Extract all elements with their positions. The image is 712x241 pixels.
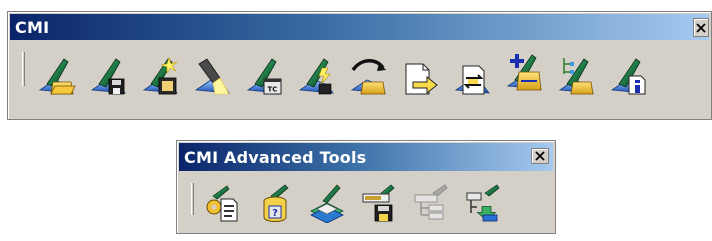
cmi-add-folder-icon: [507, 54, 542, 91]
advanced-tools-toolbar: CMI Advanced Tools ?: [176, 140, 556, 234]
save-form-button[interactable]: [359, 181, 399, 223]
close-icon: [696, 22, 706, 33]
svg-text:TC: TC: [268, 86, 278, 94]
cmi-export-doc-icon: [405, 63, 438, 95]
cmi-sync-doc-button[interactable]: [453, 54, 493, 96]
cmi-save-icon: [91, 58, 126, 95]
cmi-toolbar: CMI TC: [7, 11, 712, 120]
advanced-tools-title: CMI Advanced Tools: [184, 147, 367, 167]
cmi-refresh-button[interactable]: [349, 54, 389, 96]
cmi-toolbar-title: CMI: [15, 17, 50, 37]
cmi-info-button[interactable]: [609, 54, 649, 96]
toolbar-grip[interactable]: [191, 183, 194, 215]
cmi-info-icon: [611, 58, 646, 95]
toolbar-grip[interactable]: [22, 52, 25, 86]
settings-doc-icon: [206, 185, 238, 222]
cmi-new-film-button[interactable]: [141, 54, 181, 96]
cmi-new-film-icon: [143, 57, 178, 95]
cmi-save-button[interactable]: [89, 54, 129, 96]
cmi-tc-icon: TC: [247, 58, 282, 95]
cmi-add-folder-button[interactable]: [505, 50, 545, 92]
cmi-flashlight-icon: [194, 58, 230, 95]
cmi-refresh-icon: [350, 59, 386, 95]
cmi-tree-folder-button[interactable]: [557, 54, 597, 96]
settings-doc-button[interactable]: [203, 181, 243, 223]
cmi-tc-button[interactable]: TC: [245, 54, 285, 96]
download-tree-button[interactable]: [463, 181, 503, 223]
advanced-tools-titlebar[interactable]: CMI Advanced Tools: [179, 143, 553, 171]
cmi-lightning-icon: [299, 58, 334, 95]
cmi-export-doc-button[interactable]: [401, 54, 441, 96]
close-icon: [535, 151, 545, 161]
cmi-sync-doc-icon: [454, 65, 490, 95]
save-form-icon: [362, 184, 395, 222]
book-layers-button[interactable]: [307, 181, 347, 223]
cmi-flashlight-button[interactable]: [193, 54, 233, 96]
svg-text:?: ?: [272, 208, 278, 219]
disabled-tree-icon: [414, 184, 448, 220]
close-button[interactable]: [531, 148, 549, 164]
cmi-open-icon: [39, 58, 76, 95]
query-database-icon: ?: [263, 184, 289, 222]
cmi-toolbar-titlebar[interactable]: CMI: [10, 14, 709, 40]
close-button[interactable]: [693, 18, 709, 37]
cmi-tree-folder-icon: [559, 58, 594, 95]
disabled-tree-button[interactable]: [411, 181, 451, 223]
cmi-open-button[interactable]: [37, 54, 77, 96]
download-tree-icon: [466, 184, 500, 222]
book-layers-icon: [310, 184, 344, 223]
query-database-button[interactable]: ?: [255, 181, 295, 223]
cmi-lightning-button[interactable]: [297, 54, 337, 96]
